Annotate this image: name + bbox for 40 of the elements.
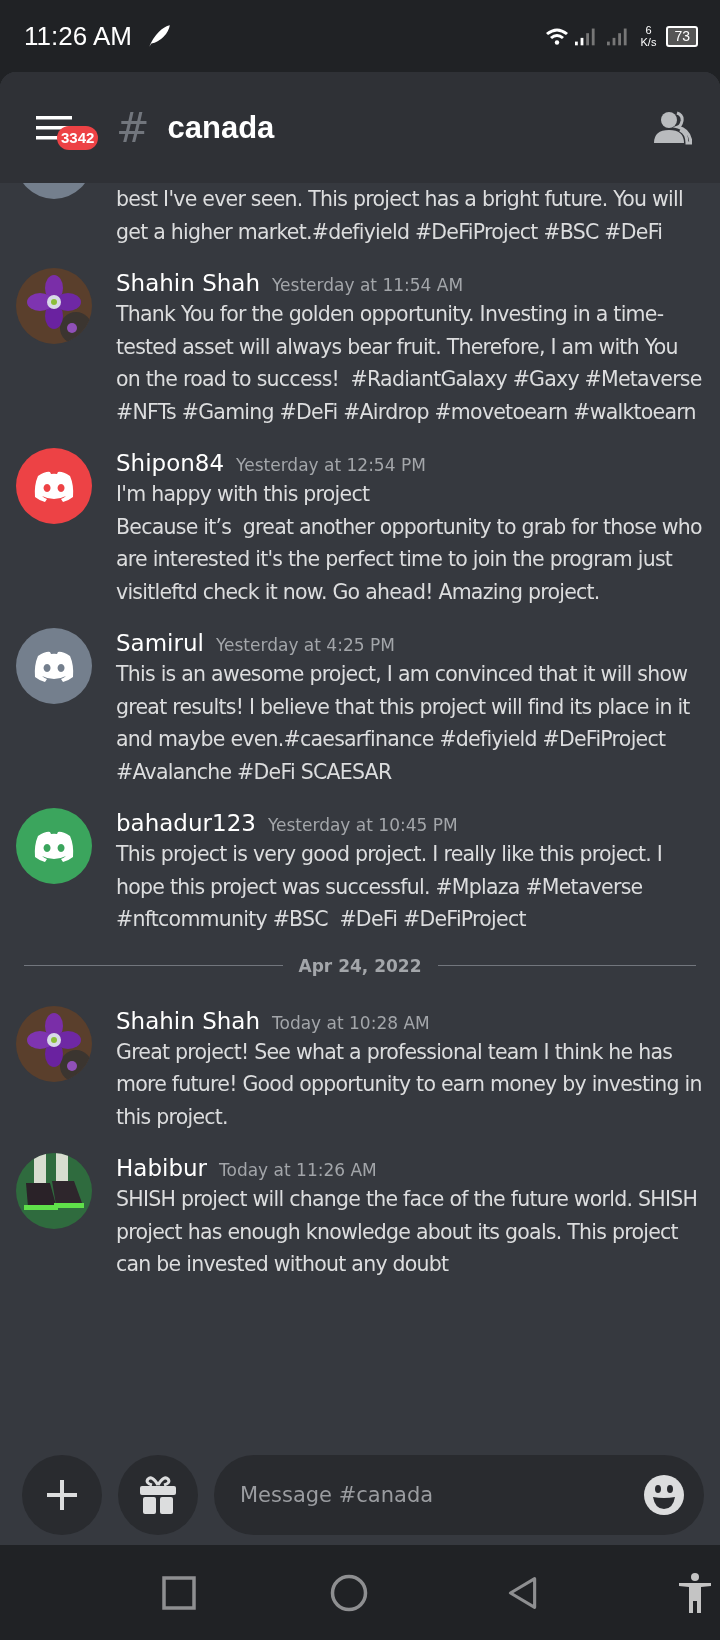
home-button[interactable] (330, 1573, 368, 1612)
avatar[interactable] (16, 448, 92, 524)
username[interactable]: Shipon84 (116, 450, 225, 476)
username[interactable]: Shahin Shah (116, 270, 260, 296)
message-text: I'm happy with this project Because it’s great another opportunity to grab for those who are interested it's the perfect time to join the program just visitleftd check it now. Go ahead! Amazing project. (116, 481, 703, 606)
avatar[interactable] (16, 808, 92, 884)
accessibility-icon[interactable] (678, 1572, 712, 1613)
username[interactable]: Shahin Shah (116, 1007, 260, 1034)
timestamp: Yesterday at 11:54 AM (272, 275, 464, 295)
date-divider: Apr 24, 2022 (298, 955, 422, 976)
channel-title: canada (167, 109, 275, 146)
username[interactable]: bahadur123 (116, 810, 256, 836)
channel-hash: # (116, 107, 150, 148)
message-text: This project is very good project. I really like this project. I hope this project was successful. #Mplaza #Metaverse #nftcommunity #BSC #DeFi #DeFiProject (116, 841, 664, 933)
message-text: SHISH project will change the face of the future world. SHISH project has enough knowledge about its goals. This project can be invested without any doubt (116, 1186, 699, 1278)
message-text: Thank You for the golden opportunity. Investing in a time-tested asset will always bear fruit. Therefore, I am with You on the road to success! #RadiantGalaxy #Gaxy #Metaverse #NFTs #Gaming #DeFi #Airdrop #movetoearn #walktoearn (116, 301, 703, 426)
timestamp: Yesterday at 10:45 PM (267, 815, 458, 835)
plus-icon (47, 1480, 77, 1510)
message-input[interactable]: Message #canada (238, 1482, 644, 1508)
message-text: Great project! See what a professional team I think he has more future! Good opportunity to earn money by investing in this project. (116, 1038, 703, 1131)
timestamp: Yesterday at 12:54 PM (236, 455, 426, 475)
username[interactable]: Samirul (116, 630, 204, 656)
timestamp: Yesterday at 4:25 PM (215, 635, 395, 655)
speed-value: 6 (645, 24, 652, 36)
unread-badge: 3342 (57, 126, 99, 150)
timestamp: Today at 10:28 AM (272, 1012, 430, 1033)
battery-indicator: 73 (666, 25, 698, 47)
wifi-icon (544, 26, 571, 46)
timestamp: Today at 11:26 AM (219, 1160, 377, 1180)
username[interactable]: Habibur (116, 1155, 207, 1181)
members-icon[interactable] (652, 110, 692, 145)
clock: 11:26 AM (24, 20, 132, 52)
message-text: This is an awesome project, I am convinced that it will show great results! I believe that this project will find its place in it and maybe even.#caesarfinance #defiyield #DeFiProject #Avalanche #DeFi SCAESAR (116, 661, 691, 786)
gift-icon (138, 1475, 178, 1515)
emoji-icon[interactable] (644, 1475, 684, 1515)
avatar[interactable] (16, 628, 92, 704)
message-field[interactable]: Message #canada (214, 1455, 704, 1535)
speed-unit: K/s (640, 36, 657, 48)
message-text: best I've ever seen. This project has a bright future. You will get a higher market.#defiyield #DeFiProject #BSC #DeFi (116, 186, 684, 246)
recents-button[interactable] (162, 1575, 196, 1610)
